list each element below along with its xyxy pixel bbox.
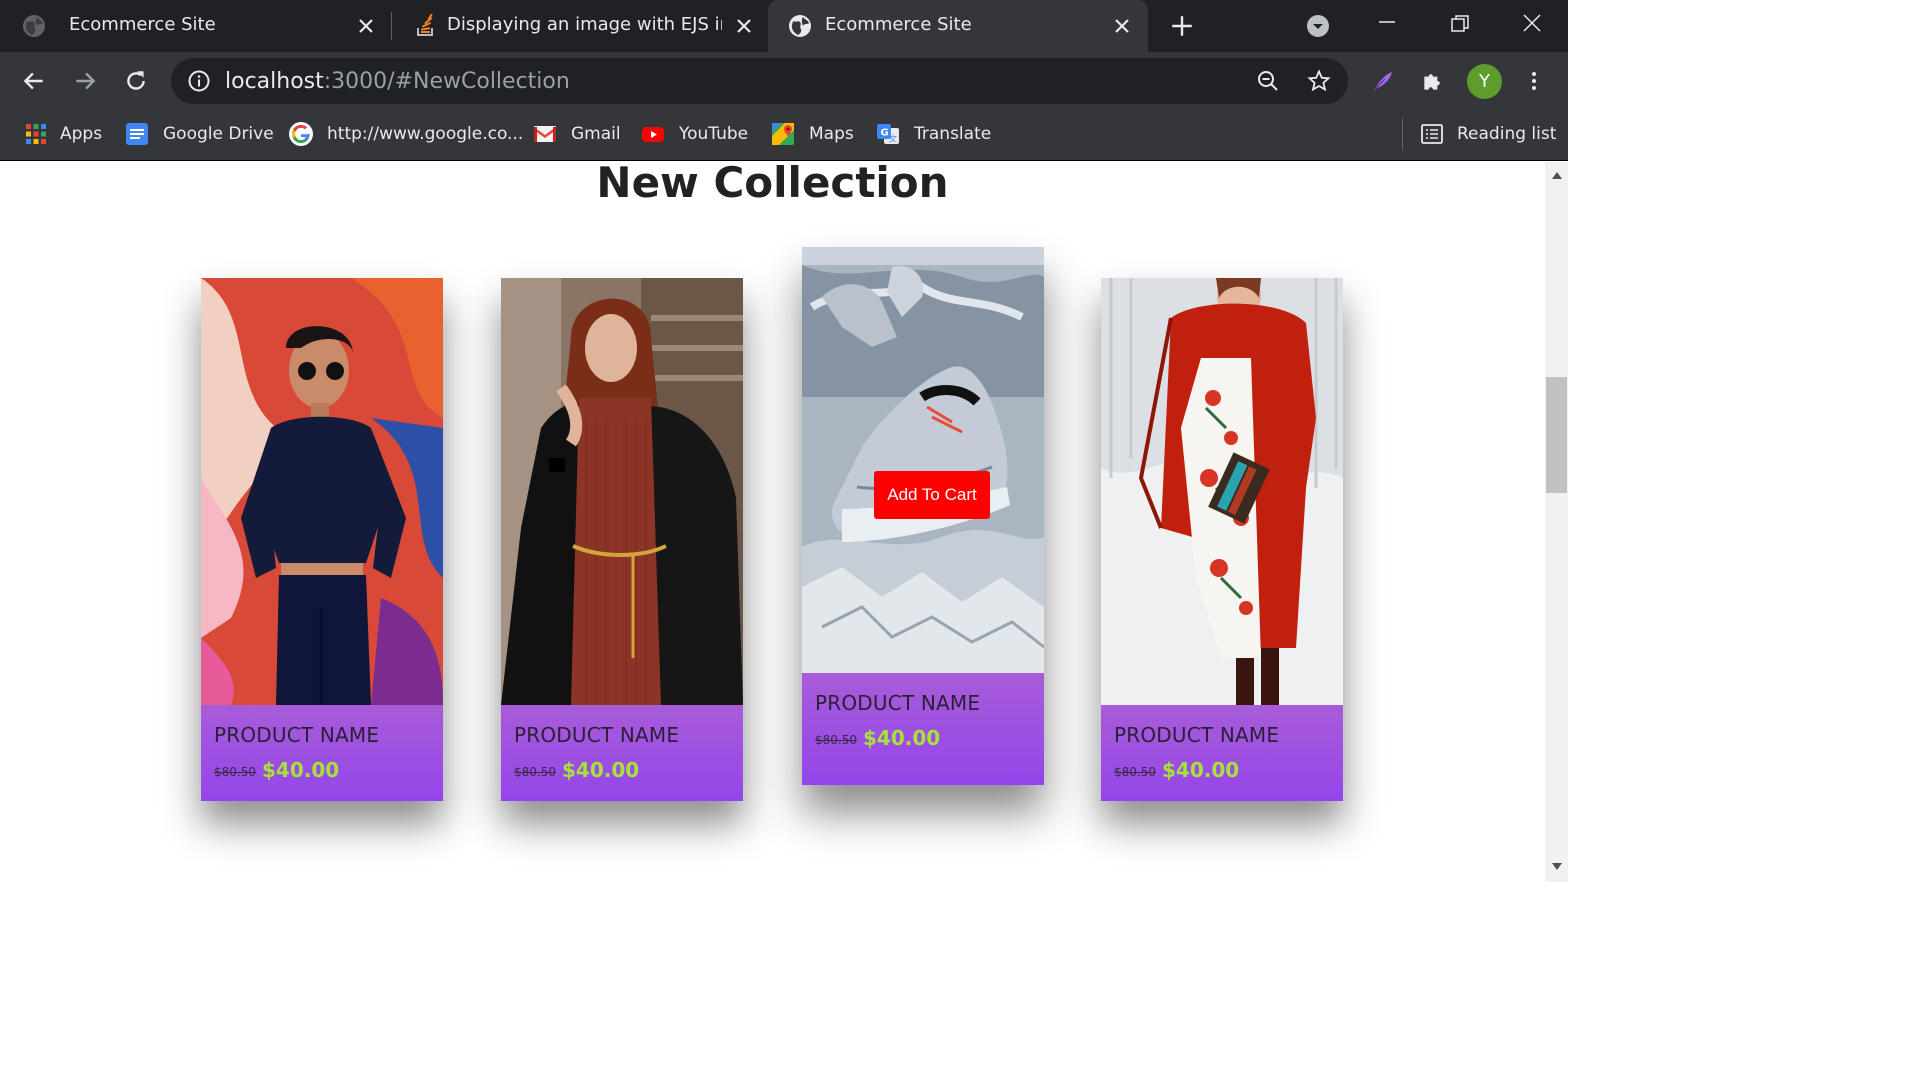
product-name: PRODUCT NAME [514, 723, 680, 747]
close-icon[interactable] [354, 14, 378, 38]
minimize-icon[interactable] [1375, 14, 1399, 38]
product-info: PRODUCT NAME $80.50 $40.00 [501, 705, 743, 801]
bookmark-google-drive[interactable]: Google Drive [125, 120, 274, 148]
bookmark-apps[interactable]: Apps [24, 120, 102, 148]
page-viewport: New Collection PRODUCT NAME $80.50 $40.0… [0, 162, 1545, 882]
close-icon[interactable] [1110, 14, 1134, 38]
svg-text:文: 文 [889, 134, 897, 144]
tab-search-dropdown-icon[interactable] [1306, 14, 1330, 38]
tab-title: Displaying an image with EJS in nod [447, 14, 722, 35]
reading-list-icon [1421, 124, 1443, 144]
product-image [1101, 278, 1343, 705]
bookmark-label: Apps [60, 124, 103, 144]
add-to-cart-button[interactable]: Add To Cart [874, 471, 990, 519]
address-bar[interactable]: localhost:3000/#NewCollection [171, 58, 1348, 104]
bookmarks-bar: Apps Google Drive http://www.google.co..… [0, 110, 1568, 161]
product-name: PRODUCT NAME [214, 723, 380, 747]
reload-icon[interactable] [123, 68, 149, 94]
bookmarks-divider [1402, 118, 1403, 150]
reading-list-button[interactable]: Reading list [1420, 120, 1556, 148]
maps-icon [772, 123, 794, 145]
product-info: PRODUCT NAME $80.50 $40.00 [802, 673, 1044, 785]
bookmark-gmail[interactable]: Gmail [533, 120, 621, 148]
product-old-price: $80.50 [1114, 765, 1156, 779]
forward-arrow-icon[interactable] [72, 68, 98, 94]
product-price: $40.00 [562, 758, 640, 782]
product-photo-woman-rust-dress [501, 278, 743, 705]
back-arrow-icon[interactable] [21, 68, 47, 94]
restore-icon[interactable] [1448, 12, 1472, 36]
reading-list-label: Reading list [1457, 124, 1557, 144]
product-price: $40.00 [863, 726, 941, 750]
feather-extension-icon[interactable] [1371, 69, 1395, 93]
scroll-down-arrow-icon[interactable] [1551, 862, 1563, 872]
product-image [501, 278, 743, 705]
svg-text:G: G [881, 128, 889, 139]
product-old-price: $80.50 [214, 765, 256, 779]
product-name: PRODUCT NAME [815, 691, 981, 715]
product-card-hovered[interactable]: Add To Cart PRODUCT NAME $80.50 $40.00 [802, 247, 1044, 785]
url-host: localhost [225, 69, 324, 94]
bookmark-label: Gmail [571, 124, 621, 144]
product-info: PRODUCT NAME $80.50 $40.00 [1101, 705, 1343, 801]
globe-icon [789, 15, 811, 37]
browser-toolbar: localhost:3000/#NewCollection Y [0, 52, 1568, 110]
google-docs-icon [126, 123, 148, 145]
bookmark-translate[interactable]: G 文 Translate [876, 120, 991, 148]
tab-ejs-question[interactable]: Displaying an image with EJS in nod [392, 0, 768, 52]
bookmark-youtube[interactable]: YouTube [641, 120, 748, 148]
bookmark-label: YouTube [679, 124, 749, 144]
product-card[interactable]: PRODUCT NAME $80.50 $40.00 [201, 278, 443, 801]
product-card[interactable]: PRODUCT NAME $80.50 $40.00 [1101, 278, 1343, 801]
product-name: PRODUCT NAME [1114, 723, 1280, 747]
url-path: :3000/#NewCollection [323, 69, 570, 94]
tab-title: Ecommerce Site [69, 14, 216, 35]
tab-strip: Ecommerce Site Displaying an image with … [0, 0, 1568, 52]
product-card[interactable]: PRODUCT NAME $80.50 $40.00 [501, 278, 743, 801]
extensions-puzzle-icon[interactable] [1420, 68, 1446, 94]
stackoverflow-icon [417, 14, 434, 36]
zoom-out-icon[interactable] [1256, 69, 1280, 93]
product-photo-woman-red-coat [1101, 278, 1343, 705]
site-info-icon[interactable] [187, 69, 211, 93]
scroll-thumb[interactable] [1546, 377, 1567, 493]
product-photo-silver-sneaker [802, 247, 1044, 673]
translate-icon: G 文 [877, 124, 899, 144]
tab-title: Ecommerce Site [825, 14, 972, 35]
globe-icon [23, 15, 45, 37]
youtube-icon [642, 127, 664, 142]
google-icon [289, 122, 313, 146]
product-price: $40.00 [1162, 758, 1240, 782]
bookmark-label: Google Drive [163, 124, 274, 144]
product-photo-woman-graffiti [201, 278, 443, 705]
product-info: PRODUCT NAME $80.50 $40.00 [201, 705, 443, 801]
bookmark-star-icon[interactable] [1307, 69, 1331, 93]
tab-ecommerce-site-1[interactable]: Ecommerce Site [0, 0, 392, 52]
bookmark-label: Translate [914, 124, 992, 144]
bookmark-maps[interactable]: Maps [771, 120, 854, 148]
section-title: New Collection [596, 162, 949, 207]
bookmark-label: Maps [809, 124, 854, 144]
product-price: $40.00 [262, 758, 340, 782]
gmail-icon [534, 126, 556, 142]
tab-ecommerce-site-active[interactable]: Ecommerce Site [768, 0, 1148, 52]
bookmark-label: http://www.google.co... [327, 124, 524, 144]
product-old-price: $80.50 [514, 765, 556, 779]
bookmark-google-url[interactable]: http://www.google.co... [289, 120, 523, 148]
close-window-icon[interactable] [1520, 11, 1544, 35]
product-old-price: $80.50 [815, 733, 857, 747]
product-image [802, 247, 1044, 673]
profile-avatar[interactable]: Y [1467, 64, 1502, 99]
page-scrollbar[interactable] [1545, 162, 1568, 882]
new-tab-plus-icon[interactable] [1169, 13, 1195, 39]
product-image [201, 278, 443, 705]
close-icon[interactable] [732, 14, 756, 38]
url-text[interactable]: localhost:3000/#NewCollection [225, 69, 570, 94]
scroll-up-arrow-icon[interactable] [1551, 170, 1563, 180]
apps-grid-icon [26, 124, 46, 144]
more-menu-icon[interactable] [1522, 69, 1546, 93]
